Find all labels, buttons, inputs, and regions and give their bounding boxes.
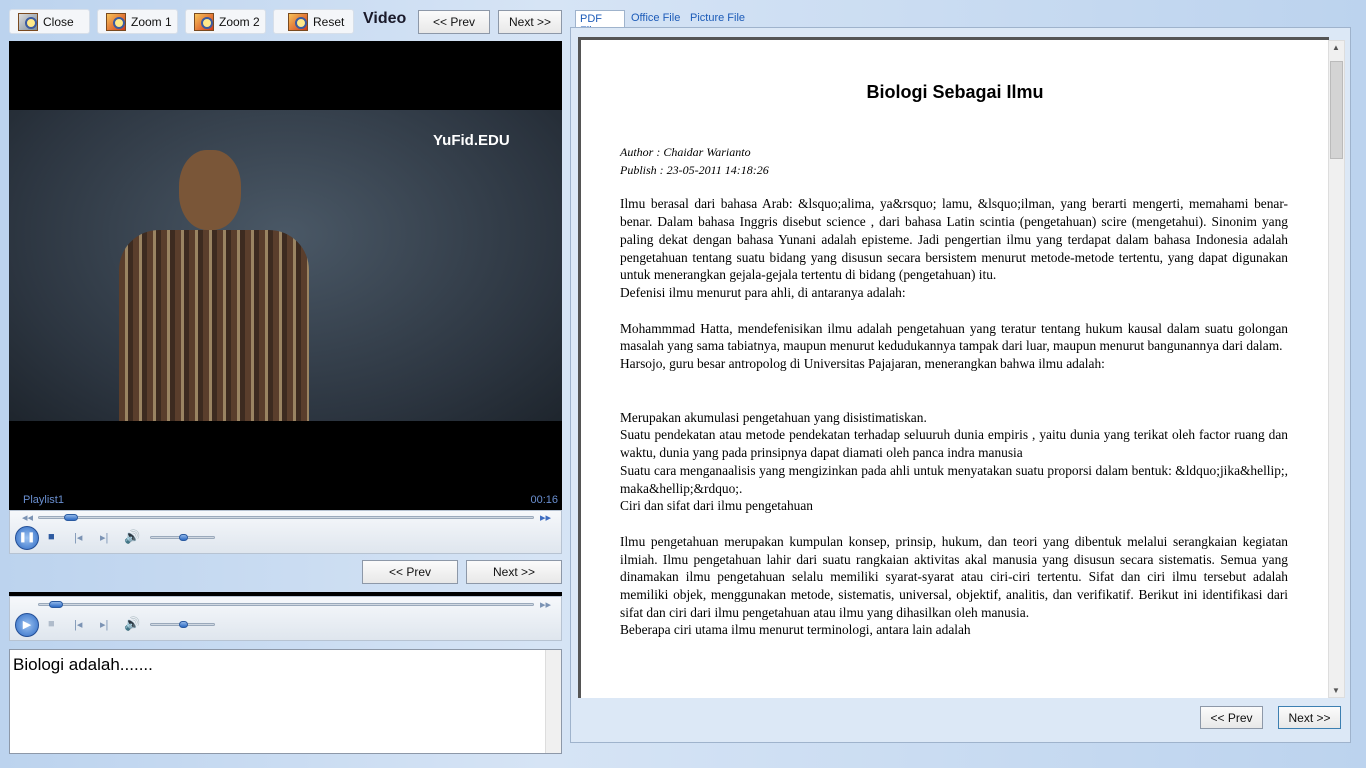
- mid-prev-button[interactable]: << Prev: [362, 560, 458, 584]
- video-player[interactable]: YuFid.EDU Playlist1 00:16: [9, 41, 562, 511]
- reset-label: Reset: [313, 14, 345, 29]
- section-title: Video: [363, 10, 407, 27]
- scroll-up-icon[interactable]: ▲: [1332, 43, 1340, 52]
- video-time: 00:16: [530, 494, 558, 506]
- zoom2-button[interactable]: Zoom 2: [185, 9, 266, 34]
- zoom2-label: Zoom 2: [219, 14, 260, 29]
- slider-knob[interactable]: [179, 534, 188, 541]
- doc-paragraph: Mohammmad Hatta, mendefenisikan ilmu ada…: [620, 320, 1288, 354]
- zoom1-label: Zoom 1: [131, 14, 172, 29]
- audio-player: ▸▸ ▶ ■ |◂ ▸| 🔊: [9, 596, 562, 641]
- slider-knob[interactable]: [48, 601, 63, 608]
- fast-forward-icon[interactable]: ▸▸: [540, 598, 551, 611]
- close-icon: [18, 12, 38, 31]
- notes-textarea[interactable]: Biologi adalah.......: [9, 649, 562, 754]
- scroll-thumb[interactable]: [1330, 61, 1343, 159]
- previous-track-icon[interactable]: |◂: [74, 531, 82, 544]
- notes-scrollbar[interactable]: [545, 650, 561, 753]
- close-label: Close: [43, 14, 74, 29]
- doc-prev-button[interactable]: << Prev: [1200, 706, 1263, 729]
- doc-paragraph: Defenisi ilmu menurut para ahli, di anta…: [620, 284, 906, 300]
- doc-paragraph: Merupakan akumulasi pengetahuan yang dis…: [620, 409, 927, 425]
- pdf-viewer: Biologi Sebagai Ilmu Author : Chaidar Wa…: [578, 37, 1329, 698]
- toolbar-prev-button[interactable]: << Prev: [418, 10, 490, 34]
- stop-icon[interactable]: ■: [48, 531, 55, 543]
- volume-icon[interactable]: 🔊: [124, 529, 140, 545]
- tab-office-file[interactable]: Office File: [631, 12, 680, 24]
- scroll-down-icon[interactable]: ▼: [1332, 686, 1340, 695]
- reset-icon: [288, 12, 308, 31]
- stop-icon[interactable]: ■: [48, 618, 55, 630]
- doc-paragraph: Beberapa ciri utama ilmu menurut termino…: [620, 622, 971, 638]
- slider-knob[interactable]: [179, 621, 188, 628]
- doc-paragraph: Suatu cara menganaalisis yang mengizinka…: [620, 462, 1288, 496]
- pause-button[interactable]: ❚❚: [15, 526, 39, 550]
- fast-forward-icon[interactable]: ▸▸: [540, 511, 551, 524]
- doc-author: Author : Chaidar Warianto: [620, 145, 751, 159]
- mid-next-button[interactable]: Next >>: [466, 560, 562, 584]
- play-button[interactable]: ▶: [15, 613, 39, 637]
- toolbar-next-button[interactable]: Next >>: [498, 10, 562, 34]
- doc-paragraph: Ilmu pengetahuan merupakan kumpulan kons…: [620, 533, 1288, 620]
- video-frame: YuFid.EDU: [9, 110, 562, 421]
- close-button[interactable]: Close: [9, 9, 90, 34]
- previous-track-icon[interactable]: |◂: [74, 618, 82, 631]
- doc-paragraph: Ciri dan sifat dari ilmu pengetahuan: [620, 498, 813, 514]
- doc-title: Biologi Sebagai Ilmu: [866, 82, 1044, 102]
- next-track-icon[interactable]: ▸|: [100, 618, 108, 631]
- zoom1-button[interactable]: Zoom 1: [97, 9, 178, 34]
- video-watermark: YuFid.EDU: [433, 132, 510, 149]
- doc-scrollbar[interactable]: ▲ ▼: [1328, 40, 1345, 698]
- doc-paragraph: Harsojo, guru besar antropolog di Univer…: [620, 356, 1105, 372]
- notes-text: Biologi adalah.......: [13, 655, 153, 674]
- zoom-icon: [106, 12, 126, 31]
- volume-icon[interactable]: 🔊: [124, 616, 140, 632]
- doc-paragraph: Suatu pendekatan atau metode pendekatan …: [620, 427, 1288, 461]
- video-controls: ◂◂ ▸▸ ❚❚ ■ |◂ ▸| 🔊: [9, 510, 562, 554]
- doc-next-button[interactable]: Next >>: [1278, 706, 1341, 729]
- tab-picture-file[interactable]: Picture File: [690, 12, 745, 24]
- reset-button[interactable]: Reset: [273, 9, 354, 34]
- next-track-icon[interactable]: ▸|: [100, 531, 108, 544]
- rewind-icon[interactable]: ◂◂: [22, 511, 33, 524]
- doc-paragraph: Ilmu berasal dari bahasa Arab: &lsquo;al…: [620, 196, 1288, 283]
- slider-knob[interactable]: [63, 514, 78, 521]
- doc-publish: Publish : 23-05-2011 14:18:26: [620, 162, 769, 177]
- video-volume-slider[interactable]: [150, 534, 215, 541]
- presenter-image: [119, 150, 309, 421]
- audio-volume-slider[interactable]: [150, 621, 215, 628]
- tab-pdf-file[interactable]: PDF File: [575, 10, 625, 37]
- video-seek-bar[interactable]: [38, 514, 534, 521]
- playlist-label: Playlist1: [23, 494, 64, 506]
- audio-seek-bar[interactable]: [38, 601, 534, 608]
- zoom-icon: [194, 12, 214, 31]
